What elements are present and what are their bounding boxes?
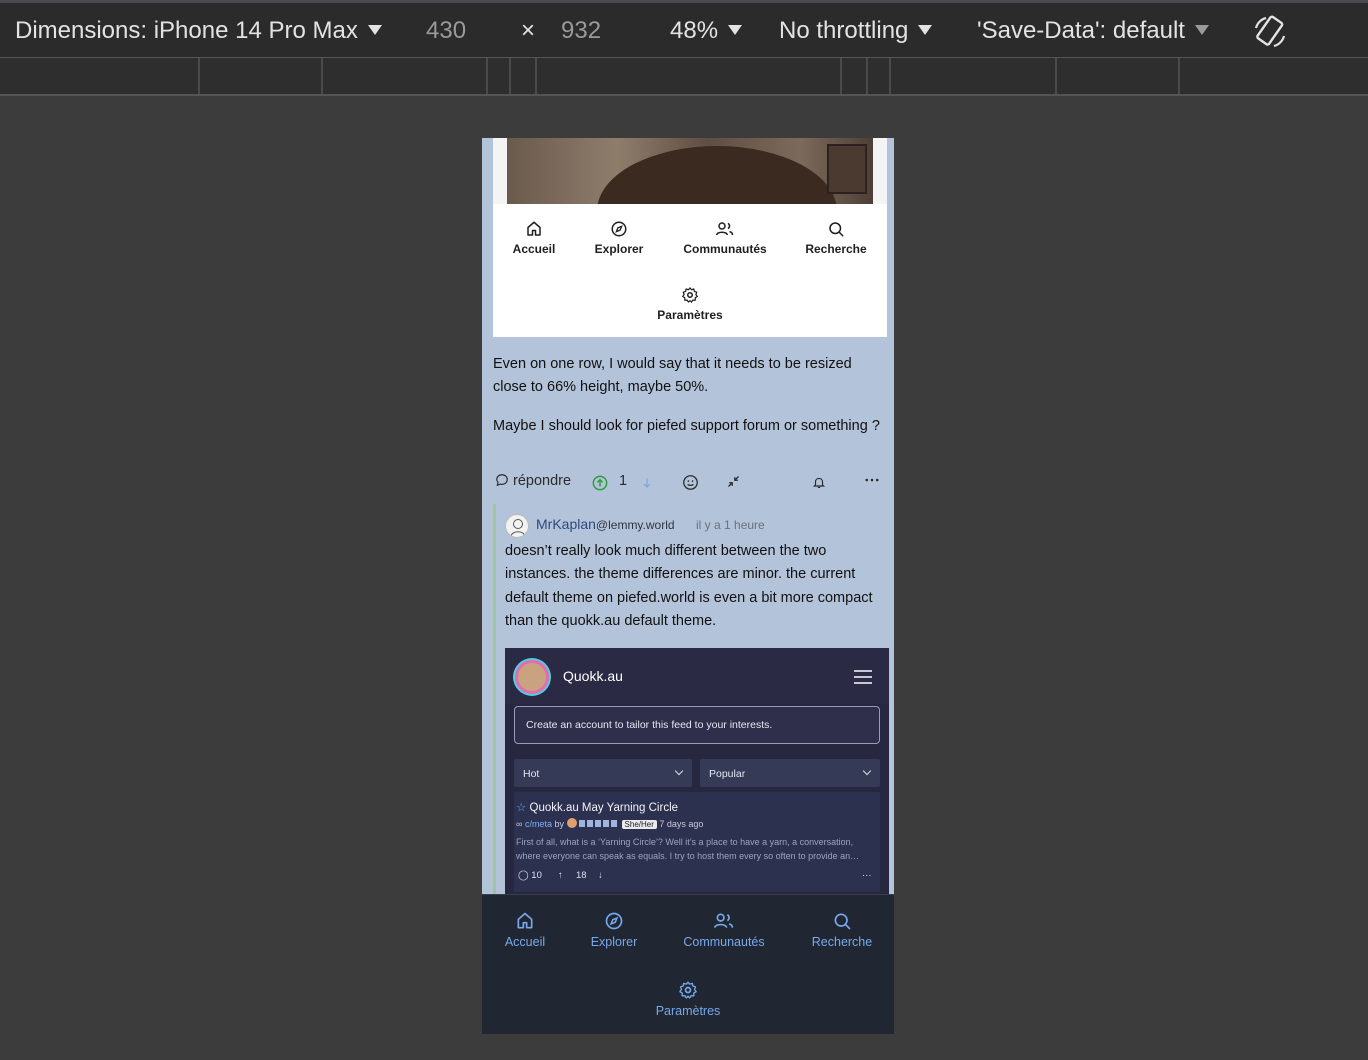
reply-label: répondre bbox=[513, 473, 572, 489]
more-icon[interactable] bbox=[865, 477, 879, 483]
rotate-icon[interactable] bbox=[1252, 14, 1288, 50]
card-nav-settings: Paramètres bbox=[653, 286, 727, 322]
comment-count: ◯ 10 bbox=[518, 870, 542, 881]
star-icon: ☆ bbox=[516, 802, 527, 814]
avatar[interactable] bbox=[505, 514, 529, 538]
throttling-dropdown[interactable]: No throttling bbox=[779, 17, 933, 45]
upvote-icon: ↑ bbox=[558, 870, 563, 881]
speech-bubble-icon: ◯ bbox=[518, 870, 529, 881]
throttling-label: No throttling bbox=[779, 17, 909, 44]
screenshot-header: Quokk.au bbox=[505, 648, 889, 704]
search-icon bbox=[829, 222, 844, 237]
embedded-image-top bbox=[493, 138, 887, 204]
screenshot-post: ☆ Quokk.au May Yarning Circle ∞ c/meta b… bbox=[514, 792, 880, 892]
card-nav-search: Recherche bbox=[804, 220, 868, 256]
user-avatar-icon bbox=[566, 818, 577, 828]
save-data-label: 'Save-Data': default bbox=[977, 17, 1185, 44]
card-nav-communities: Communautés bbox=[680, 220, 770, 256]
vote-count: 18 bbox=[576, 870, 587, 881]
embedded-quokk-screenshot: Quokk.au Create an account to tailor thi… bbox=[505, 648, 889, 898]
save-data-dropdown[interactable]: 'Save-Data': default bbox=[977, 17, 1209, 45]
users-icon bbox=[714, 913, 734, 928]
zoom-label: 48% bbox=[670, 17, 719, 44]
downvote-icon[interactable] bbox=[640, 475, 654, 491]
score: 1 bbox=[619, 473, 628, 489]
media-query-ruler[interactable] bbox=[0, 58, 1368, 96]
reply-button[interactable]: répondre bbox=[495, 473, 571, 489]
nav-home[interactable]: Accueil bbox=[500, 911, 550, 949]
speech-bubble-icon bbox=[496, 474, 508, 487]
filter-select: Popular bbox=[700, 759, 880, 787]
comment-time: il y a 1 heure bbox=[696, 518, 765, 532]
author-instance: @lemmy.world bbox=[595, 518, 675, 532]
times-sign: × bbox=[521, 17, 536, 44]
height-input[interactable]: 932 bbox=[561, 17, 601, 45]
search-icon bbox=[834, 913, 851, 930]
nav-settings[interactable]: Paramètres bbox=[648, 980, 728, 1018]
infinity-icon: ∞ bbox=[516, 819, 523, 829]
bell-icon[interactable] bbox=[812, 475, 826, 490]
pronoun-tag: She/Her bbox=[621, 820, 657, 829]
comment-body: doesn’t really look much different betwe… bbox=[505, 543, 873, 629]
username-flag-icon bbox=[579, 820, 620, 827]
avatar-sketch-icon bbox=[510, 519, 526, 537]
chevron-down-icon bbox=[367, 24, 382, 35]
dimensions-dropdown[interactable]: Dimensions: iPhone 14 Pro Max bbox=[15, 17, 382, 45]
chevron-down-icon bbox=[728, 24, 743, 35]
post-meta: ∞ c/meta by She/Her 7 days ago bbox=[516, 818, 704, 829]
collapse-icon[interactable] bbox=[726, 474, 741, 489]
card-nav-home: Accueil bbox=[512, 220, 556, 256]
more-icon: ··· bbox=[862, 870, 872, 881]
comment-actions: répondre 1 bbox=[493, 471, 887, 495]
author-name: MrKaplan bbox=[536, 516, 596, 532]
home-icon bbox=[527, 221, 541, 236]
embedded-nav-screenshot: Accueil Explorer Communautés Recherche P… bbox=[493, 204, 887, 337]
gear-icon bbox=[682, 287, 698, 303]
card-nav-explore: Explorer bbox=[593, 220, 645, 256]
compass-icon bbox=[605, 912, 623, 930]
bottom-nav: Accueil Explorer Communautés Recherche P… bbox=[482, 894, 894, 1034]
post-excerpt: First of all, what is a ‘Yarning Circle’… bbox=[516, 837, 860, 861]
sort-select: Hot bbox=[514, 759, 692, 787]
device-viewport: Accueil Explorer Communautés Recherche P… bbox=[482, 138, 894, 1034]
width-input[interactable]: 430 bbox=[426, 17, 466, 45]
nav-communities[interactable]: Communautés bbox=[676, 911, 772, 949]
chevron-down-icon bbox=[862, 766, 872, 776]
downvote-icon: ↓ bbox=[598, 870, 603, 881]
device-toolbar: Dimensions: iPhone 14 Pro Max 430 × 932 … bbox=[0, 0, 1368, 58]
signup-banner: Create an account to tailor this feed to… bbox=[514, 706, 880, 744]
nav-search[interactable]: Recherche bbox=[806, 911, 878, 949]
post-title: ☆ Quokk.au May Yarning Circle bbox=[516, 802, 679, 814]
home-icon bbox=[517, 912, 533, 929]
chevron-down-icon bbox=[674, 766, 684, 776]
compass-icon bbox=[611, 221, 627, 237]
chevron-down-icon bbox=[918, 24, 933, 35]
zoom-dropdown[interactable]: 48% bbox=[670, 17, 743, 45]
comment-paragraph: Even on one row, I would say that it nee… bbox=[493, 356, 852, 395]
site-name: Quokk.au bbox=[563, 668, 623, 684]
comment-paragraph: Maybe I should look for piefed support f… bbox=[493, 418, 880, 434]
nav-explore[interactable]: Explorer bbox=[586, 911, 642, 949]
quokka-logo-icon bbox=[515, 660, 549, 694]
hamburger-icon bbox=[854, 670, 872, 672]
author-link[interactable]: MrKaplan@lemmy.world bbox=[536, 516, 675, 532]
dimensions-label: Dimensions: iPhone 14 Pro Max bbox=[15, 17, 358, 44]
photo bbox=[507, 138, 873, 204]
emoji-icon[interactable] bbox=[682, 474, 699, 491]
users-icon bbox=[716, 222, 734, 236]
chevron-down-icon bbox=[1194, 24, 1209, 35]
upvote-icon[interactable] bbox=[592, 475, 608, 491]
gear-icon bbox=[679, 981, 697, 999]
